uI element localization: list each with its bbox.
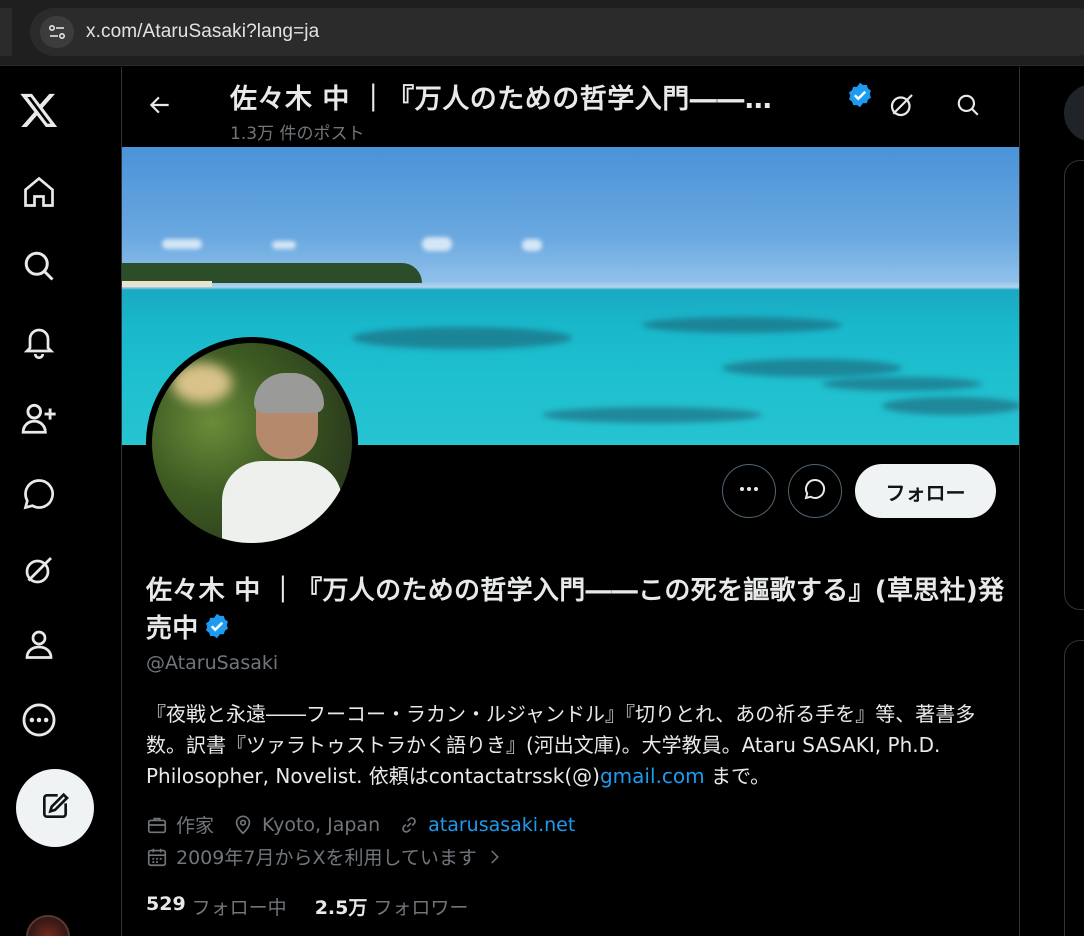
profile-avatar[interactable]	[146, 337, 358, 549]
chevron-right-icon	[491, 849, 499, 864]
occupation: 作家	[146, 811, 214, 838]
followers-link[interactable]: 2.5万 フォロワー	[315, 893, 469, 920]
website-link[interactable]: atarusasaki.net	[428, 814, 575, 836]
home-icon[interactable]	[14, 167, 64, 217]
notifications-icon[interactable]	[14, 317, 64, 367]
location-text: Kyoto, Japan	[262, 813, 381, 836]
right-sidebar-card	[1064, 160, 1084, 610]
x-logo-icon[interactable]	[14, 85, 64, 135]
bio-tail: まで。	[704, 764, 771, 788]
back-button[interactable]	[140, 87, 180, 127]
sidebar-nav	[0, 67, 122, 936]
followers-count: 2.5万	[314, 897, 368, 919]
profile-icon[interactable]	[14, 619, 64, 669]
profile-header-bar: 佐々木 中 ｜『万人のための哲学入門――… 1.3万 件のポスト	[122, 67, 1019, 147]
message-button[interactable]	[788, 464, 842, 518]
calendar-icon	[147, 848, 167, 866]
grok-button[interactable]	[882, 87, 922, 127]
occupation-text: 作家	[176, 815, 215, 837]
follow-button[interactable]: フォロー	[855, 464, 996, 518]
url-text: x.com/AtaruSasaki?lang=ja	[86, 21, 320, 42]
website: atarusasaki.net	[398, 814, 575, 836]
bio-text: 『夜戦と永遠――フーコー・ラカン・ルジャンドル』『切りとれ、あの祈る手を』等、著…	[146, 702, 976, 788]
profile-column: 佐々木 中 ｜『万人のための哲学入門――… 1.3万 件のポスト フォロー 佐々…	[122, 67, 1020, 936]
bio-link[interactable]: gmail.com	[600, 764, 705, 788]
search-icon	[955, 92, 981, 122]
back-arrow-icon	[147, 92, 173, 122]
location-pin-icon	[235, 814, 251, 834]
following-count: 529	[146, 893, 186, 915]
more-icon[interactable]	[14, 695, 64, 745]
location: Kyoto, Japan	[232, 814, 380, 836]
right-search-box[interactable]	[1064, 84, 1084, 142]
profile-meta: 作家 Kyoto, Japan atarusasaki.net	[146, 811, 593, 838]
messages-icon[interactable]	[14, 469, 64, 519]
verified-badge-icon	[846, 81, 874, 113]
compose-post-button[interactable]	[16, 769, 94, 847]
join-date[interactable]: 2009年7月からXを利用しています	[146, 843, 511, 870]
header-title: 佐々木 中 ｜『万人のための哲学入門――…	[230, 84, 773, 115]
following-label: フォロー中	[191, 897, 287, 919]
account-avatar[interactable]	[26, 915, 70, 936]
more-options-button[interactable]	[722, 464, 776, 518]
message-icon	[803, 477, 827, 505]
post-count: 1.3万 件のポスト	[230, 124, 365, 144]
site-info-icon[interactable]	[40, 16, 74, 48]
briefcase-icon	[147, 817, 167, 833]
search-button[interactable]	[948, 87, 988, 127]
follow-counts: 529 フォロー中 2.5万 フォロワー	[146, 893, 496, 920]
grok-icon[interactable]	[14, 545, 64, 595]
following-link[interactable]: 529 フォロー中	[146, 893, 287, 920]
tab-edge	[0, 8, 12, 56]
verified-badge-icon	[203, 612, 231, 651]
user-handle: @AtaruSasaki	[146, 652, 279, 674]
link-icon	[402, 816, 416, 833]
display-name: 佐々木 中 ｜『万人のための哲学入門――この死を謳歌する』(草思社)発売中	[146, 572, 1006, 651]
address-bar[interactable]: x.com/AtaruSasaki?lang=ja	[30, 8, 1084, 56]
follow-icon[interactable]	[14, 393, 64, 443]
profile-bio: 『夜戦と永遠――フーコー・ラカン・ルジャンドル』『切りとれ、あの祈る手を』等、著…	[146, 699, 996, 792]
grok-icon	[887, 90, 917, 124]
browser-toolbar: x.com/AtaruSasaki?lang=ja	[0, 0, 1084, 66]
join-date-text: 2009年7月からXを利用しています	[176, 847, 477, 869]
right-sidebar-card-2	[1064, 640, 1084, 936]
compose-icon	[39, 790, 71, 826]
followers-label: フォロワー	[373, 897, 469, 919]
more-horizontal-icon	[737, 477, 761, 505]
explore-icon[interactable]	[14, 241, 64, 291]
display-name-text: 佐々木 中 ｜『万人のための哲学入門――この死を謳歌する』(草思社)発売中	[146, 576, 1005, 644]
